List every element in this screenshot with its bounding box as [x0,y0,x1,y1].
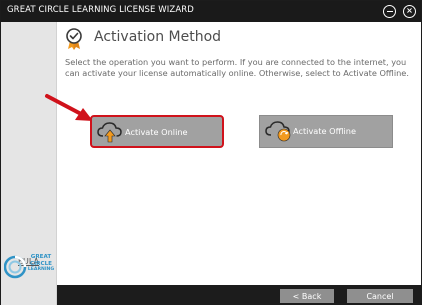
cloud-upload-icon [97,122,122,143]
cloud-sync-icon [265,121,291,142]
title-bar: GREAT CIRCLE LEARNING LICENSE WIZARD × [1,1,421,22]
footer-bar: < Back Cancel [57,285,421,305]
back-button[interactable]: < Back [280,289,334,303]
medal-check-icon [66,28,82,50]
page-title: Activation Method [94,29,222,45]
activate-online-label: Activate Online [125,127,188,137]
activate-offline-label: Activate Offline [293,126,357,136]
logo-line: LEARNING [27,267,55,273]
minimize-button[interactable] [383,5,396,18]
close-icon: × [406,6,413,15]
logo-line: GREAT [30,254,52,260]
brand-logo-text: GREAT CIRCLE LEARNING [24,254,58,274]
window-title: GREAT CIRCLE LEARNING LICENSE WIZARD [7,5,194,15]
license-wizard-window: GREAT CIRCLE LEARNING LICENSE WIZARD × E… [0,0,422,305]
minimize-icon [386,10,393,13]
close-button[interactable]: × [403,5,416,18]
activate-offline-button[interactable]: Activate Offline [259,115,393,148]
cancel-button[interactable]: Cancel [347,289,413,303]
instructions-text: Select the operation you want to perform… [65,57,409,78]
activate-online-button[interactable]: Activate Online [90,115,224,148]
